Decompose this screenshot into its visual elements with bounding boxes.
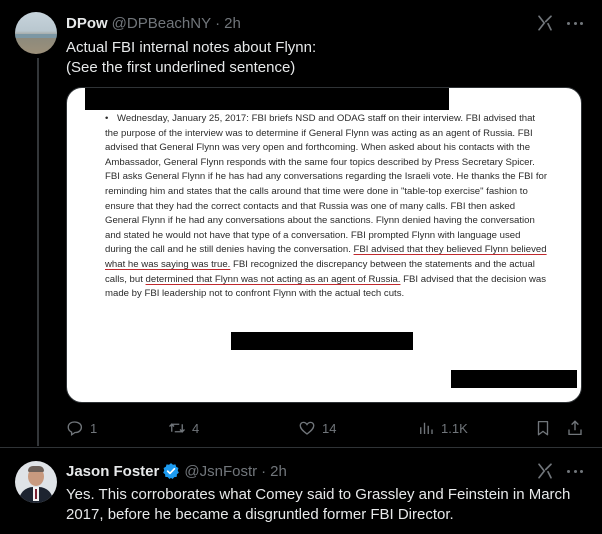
- notes-paragraph-1: Wednesday, January 25, 2017: FBI briefs …: [105, 113, 548, 256]
- document-image[interactable]: • Wednesday, January 25, 2017: FBI briefs…: [66, 87, 582, 403]
- grok-icon[interactable]: [536, 462, 554, 480]
- tweet-dpow[interactable]: DPow @DPBeachNY · 2h Actual FBI internal…: [0, 0, 602, 448]
- like-button[interactable]: 14: [298, 418, 336, 438]
- user-handle[interactable]: @JsnFostr: [184, 463, 257, 480]
- tweet-text: Actual FBI internal notes about Flynn: (…: [66, 38, 586, 78]
- views-icon: [420, 422, 433, 434]
- tweet-text: Yes. This corroborates what Comey said t…: [66, 486, 571, 523]
- like-count: 14: [322, 420, 337, 436]
- tweet-text-line-1: Actual FBI internal notes about Flynn:: [66, 39, 317, 56]
- reply-count: 1: [90, 420, 98, 436]
- user-handle[interactable]: @DPBeachNY: [112, 15, 211, 32]
- tweet-text-line-2: (See the first underlined sentence): [66, 59, 296, 76]
- display-name[interactable]: Jason Foster: [66, 463, 159, 480]
- bookmark-button[interactable]: [534, 418, 552, 438]
- fbi-notes-text: • Wednesday, January 25, 2017: FBI briefs…: [105, 112, 549, 302]
- redaction-top: [85, 88, 449, 110]
- retweet-button[interactable]: 4: [168, 418, 199, 438]
- verified-icon[interactable]: [162, 462, 180, 480]
- underlined-sentence-2: determined that Flynn was not acting as …: [145, 273, 401, 285]
- views-button[interactable]: 1.1K: [417, 418, 468, 438]
- tweet-header: Jason Foster @JsnFostr · 2h: [66, 461, 287, 481]
- more-icon[interactable]: [565, 461, 585, 481]
- bullet: •: [105, 113, 109, 124]
- share-button[interactable]: [566, 418, 584, 438]
- retweet-icon: [169, 423, 185, 433]
- redaction-middle: [231, 332, 413, 350]
- grok-icon[interactable]: [536, 14, 554, 32]
- separator-dot: ·: [215, 14, 221, 32]
- separator-dot: ·: [261, 462, 267, 480]
- avatar[interactable]: [15, 12, 57, 54]
- redaction-bottom: [451, 370, 577, 388]
- timestamp[interactable]: 2h: [270, 463, 287, 480]
- retweet-count: 4: [192, 420, 200, 436]
- avatar[interactable]: [15, 461, 57, 503]
- share-icon: [568, 420, 582, 436]
- more-icon[interactable]: [565, 13, 585, 33]
- timestamp[interactable]: 2h: [224, 15, 241, 32]
- reply-icon: [67, 421, 83, 437]
- thread-line: [37, 58, 39, 446]
- display-name[interactable]: DPow: [66, 15, 108, 32]
- views-count: 1.1K: [441, 420, 468, 436]
- like-icon: [299, 421, 315, 435]
- action-bar: 1 4 14 1.1K: [66, 418, 586, 438]
- bookmark-icon: [537, 420, 549, 436]
- reply-button[interactable]: 1: [66, 418, 97, 438]
- tweet-header: DPow @DPBeachNY · 2h: [66, 13, 241, 33]
